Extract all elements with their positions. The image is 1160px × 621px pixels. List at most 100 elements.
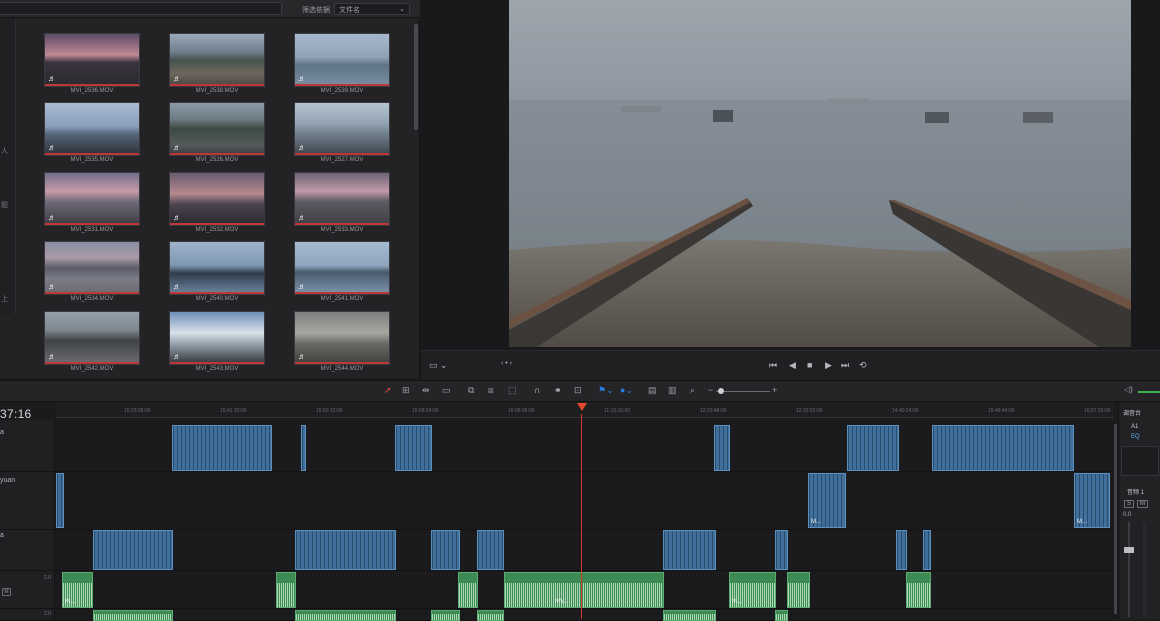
track-lane-v2: M... M... [56, 472, 1114, 530]
video-clip[interactable] [896, 530, 907, 570]
dynamic-trim-icon[interactable]: ⇹ [422, 385, 430, 396]
track-name: a [0, 429, 4, 436]
video-clip[interactable] [663, 530, 716, 570]
volume-level[interactable] [1138, 391, 1160, 393]
fader-track[interactable] [1128, 522, 1130, 617]
volume-icon[interactable]: ◁) [1124, 385, 1133, 394]
solo-button[interactable]: S [1124, 500, 1135, 508]
skip-end-button[interactable]: ⏭ [841, 360, 849, 371]
pointer-tool-icon[interactable]: ➚ [384, 385, 392, 396]
audio-clip[interactable] [295, 610, 396, 621]
audio-clip[interactable]: M... [729, 572, 776, 608]
search-input[interactable] [0, 2, 282, 15]
loop-button[interactable]: ⟲ [859, 360, 867, 371]
timeline-tracks: M... M... M... MV... M... [56, 420, 1114, 621]
video-clip[interactable] [923, 530, 931, 570]
ruler-tick: 14:40:24:00 [892, 408, 919, 414]
bin-list[interactable]: 人 题 上 [0, 18, 16, 314]
monitor-icon[interactable]: ▭ ⌄ [429, 360, 448, 371]
audio-clip[interactable] [775, 610, 788, 621]
skip-start-button[interactable]: ⏮ [769, 360, 777, 371]
mute-button[interactable]: M [1137, 500, 1148, 508]
link-icon[interactable]: ⚭ [554, 385, 562, 396]
zoom-in-button[interactable]: + [772, 385, 777, 395]
audio-clip[interactable] [458, 572, 478, 608]
snapping-icon[interactable]: ∩ [534, 385, 540, 395]
marker-icon[interactable]: ●⌄ [620, 385, 633, 396]
track-header-v3[interactable]: a [0, 420, 55, 472]
audio-clip[interactable] [906, 572, 931, 608]
video-clip[interactable] [93, 530, 173, 570]
track-header-a1[interactable]: 2.0 M [0, 571, 55, 609]
audio-icon: ♬ [173, 213, 181, 222]
video-clip[interactable] [301, 425, 306, 471]
lock-icon[interactable]: ⊡ [574, 385, 582, 396]
pan-control[interactable] [1121, 446, 1159, 476]
insert-clip-icon[interactable]: ⧉ [468, 385, 474, 396]
mixer-track-name: A1 [1131, 424, 1139, 430]
gain-value: 0.0 [1123, 512, 1132, 518]
zoom-slider-handle[interactable] [718, 388, 724, 394]
eq-button[interactable]: EQ [1131, 434, 1140, 440]
video-clip[interactable] [477, 530, 504, 570]
video-clip[interactable]: M... [808, 473, 846, 528]
zoom-full-icon[interactable]: ▤ [648, 385, 657, 396]
audio-icon: ♬ [298, 282, 306, 291]
video-clip[interactable] [395, 425, 432, 471]
zoom-custom-icon[interactable]: ⌕ [690, 385, 695, 396]
zoom-slider-track[interactable] [716, 391, 770, 392]
clip-name: MVI_2526.MOV [195, 157, 239, 163]
audio-icon: ♬ [173, 74, 181, 83]
audio-clip[interactable] [663, 610, 716, 621]
track-header-v1[interactable]: a [0, 530, 55, 571]
clip-grid: ♬ MVI_2536.MOV ♬ MVI_2538.MOV ♬ MVI_2539… [18, 22, 414, 378]
timeline-scrollbar[interactable] [1114, 424, 1117, 614]
video-clip[interactable] [775, 530, 788, 570]
thumbnail-image: ♬ [169, 33, 265, 87]
sort-select[interactable]: 文件名 ⌄ [334, 3, 410, 15]
bin-label: 上 [1, 296, 8, 303]
video-clip[interactable] [56, 473, 64, 528]
ruler-tick: 15:48:44:00 [988, 408, 1015, 414]
clip-nav[interactable]: ‹ • › [501, 360, 512, 367]
viewer-image [509, 0, 1131, 347]
media-pool-scrollbar[interactable] [414, 24, 418, 130]
mute-button[interactable]: M [2, 588, 11, 596]
clip-label: MV... [555, 599, 569, 605]
audio-clip[interactable]: M... [62, 572, 93, 608]
video-clip[interactable] [172, 425, 272, 471]
video-clip[interactable]: M... [1074, 473, 1110, 528]
zoom-detail-icon[interactable]: ▥ [668, 385, 677, 396]
flag-icon[interactable]: ⚑⌄ [598, 385, 614, 396]
video-clip[interactable] [847, 425, 899, 471]
video-clip[interactable] [431, 530, 460, 570]
zoom-out-button[interactable]: − [708, 385, 713, 395]
thumbnail-image: ♬ [44, 33, 140, 87]
audio-icon: ♬ [298, 213, 306, 222]
audio-icon: ♬ [48, 352, 56, 361]
audio-clip[interactable] [276, 572, 296, 608]
ruler-tick: 12:32:52:00 [796, 408, 823, 414]
stop-button[interactable]: ■ [807, 360, 812, 370]
prev-frame-button[interactable]: ◀ [789, 360, 796, 371]
fader-handle[interactable] [1124, 547, 1134, 553]
audio-clip[interactable]: MV... [504, 572, 664, 608]
audio-clip[interactable] [93, 610, 173, 621]
track-header-v2[interactable]: yuan [0, 472, 55, 530]
play-button[interactable]: ▶ [825, 360, 832, 371]
audio-clip[interactable] [431, 610, 460, 621]
audio-clip[interactable] [477, 610, 504, 621]
audio-clip[interactable] [787, 572, 810, 608]
video-clip[interactable] [295, 530, 396, 570]
trim-tool-icon[interactable]: ⊞ [402, 385, 410, 396]
video-clip[interactable] [714, 425, 730, 471]
ruler-tick: 15:58:24:00 [412, 408, 439, 414]
video-clip[interactable] [932, 425, 1074, 471]
viewer-frame[interactable] [509, 0, 1131, 347]
thumbnail-image: ♬ [169, 172, 265, 226]
overwrite-clip-icon[interactable]: ⧈ [488, 385, 494, 396]
playhead-handle[interactable] [577, 403, 587, 411]
replace-clip-icon[interactable]: ⬚ [508, 385, 517, 396]
blade-tool-icon[interactable]: ▭ [442, 385, 451, 396]
track-header-a2[interactable]: 2.0 [0, 609, 55, 621]
